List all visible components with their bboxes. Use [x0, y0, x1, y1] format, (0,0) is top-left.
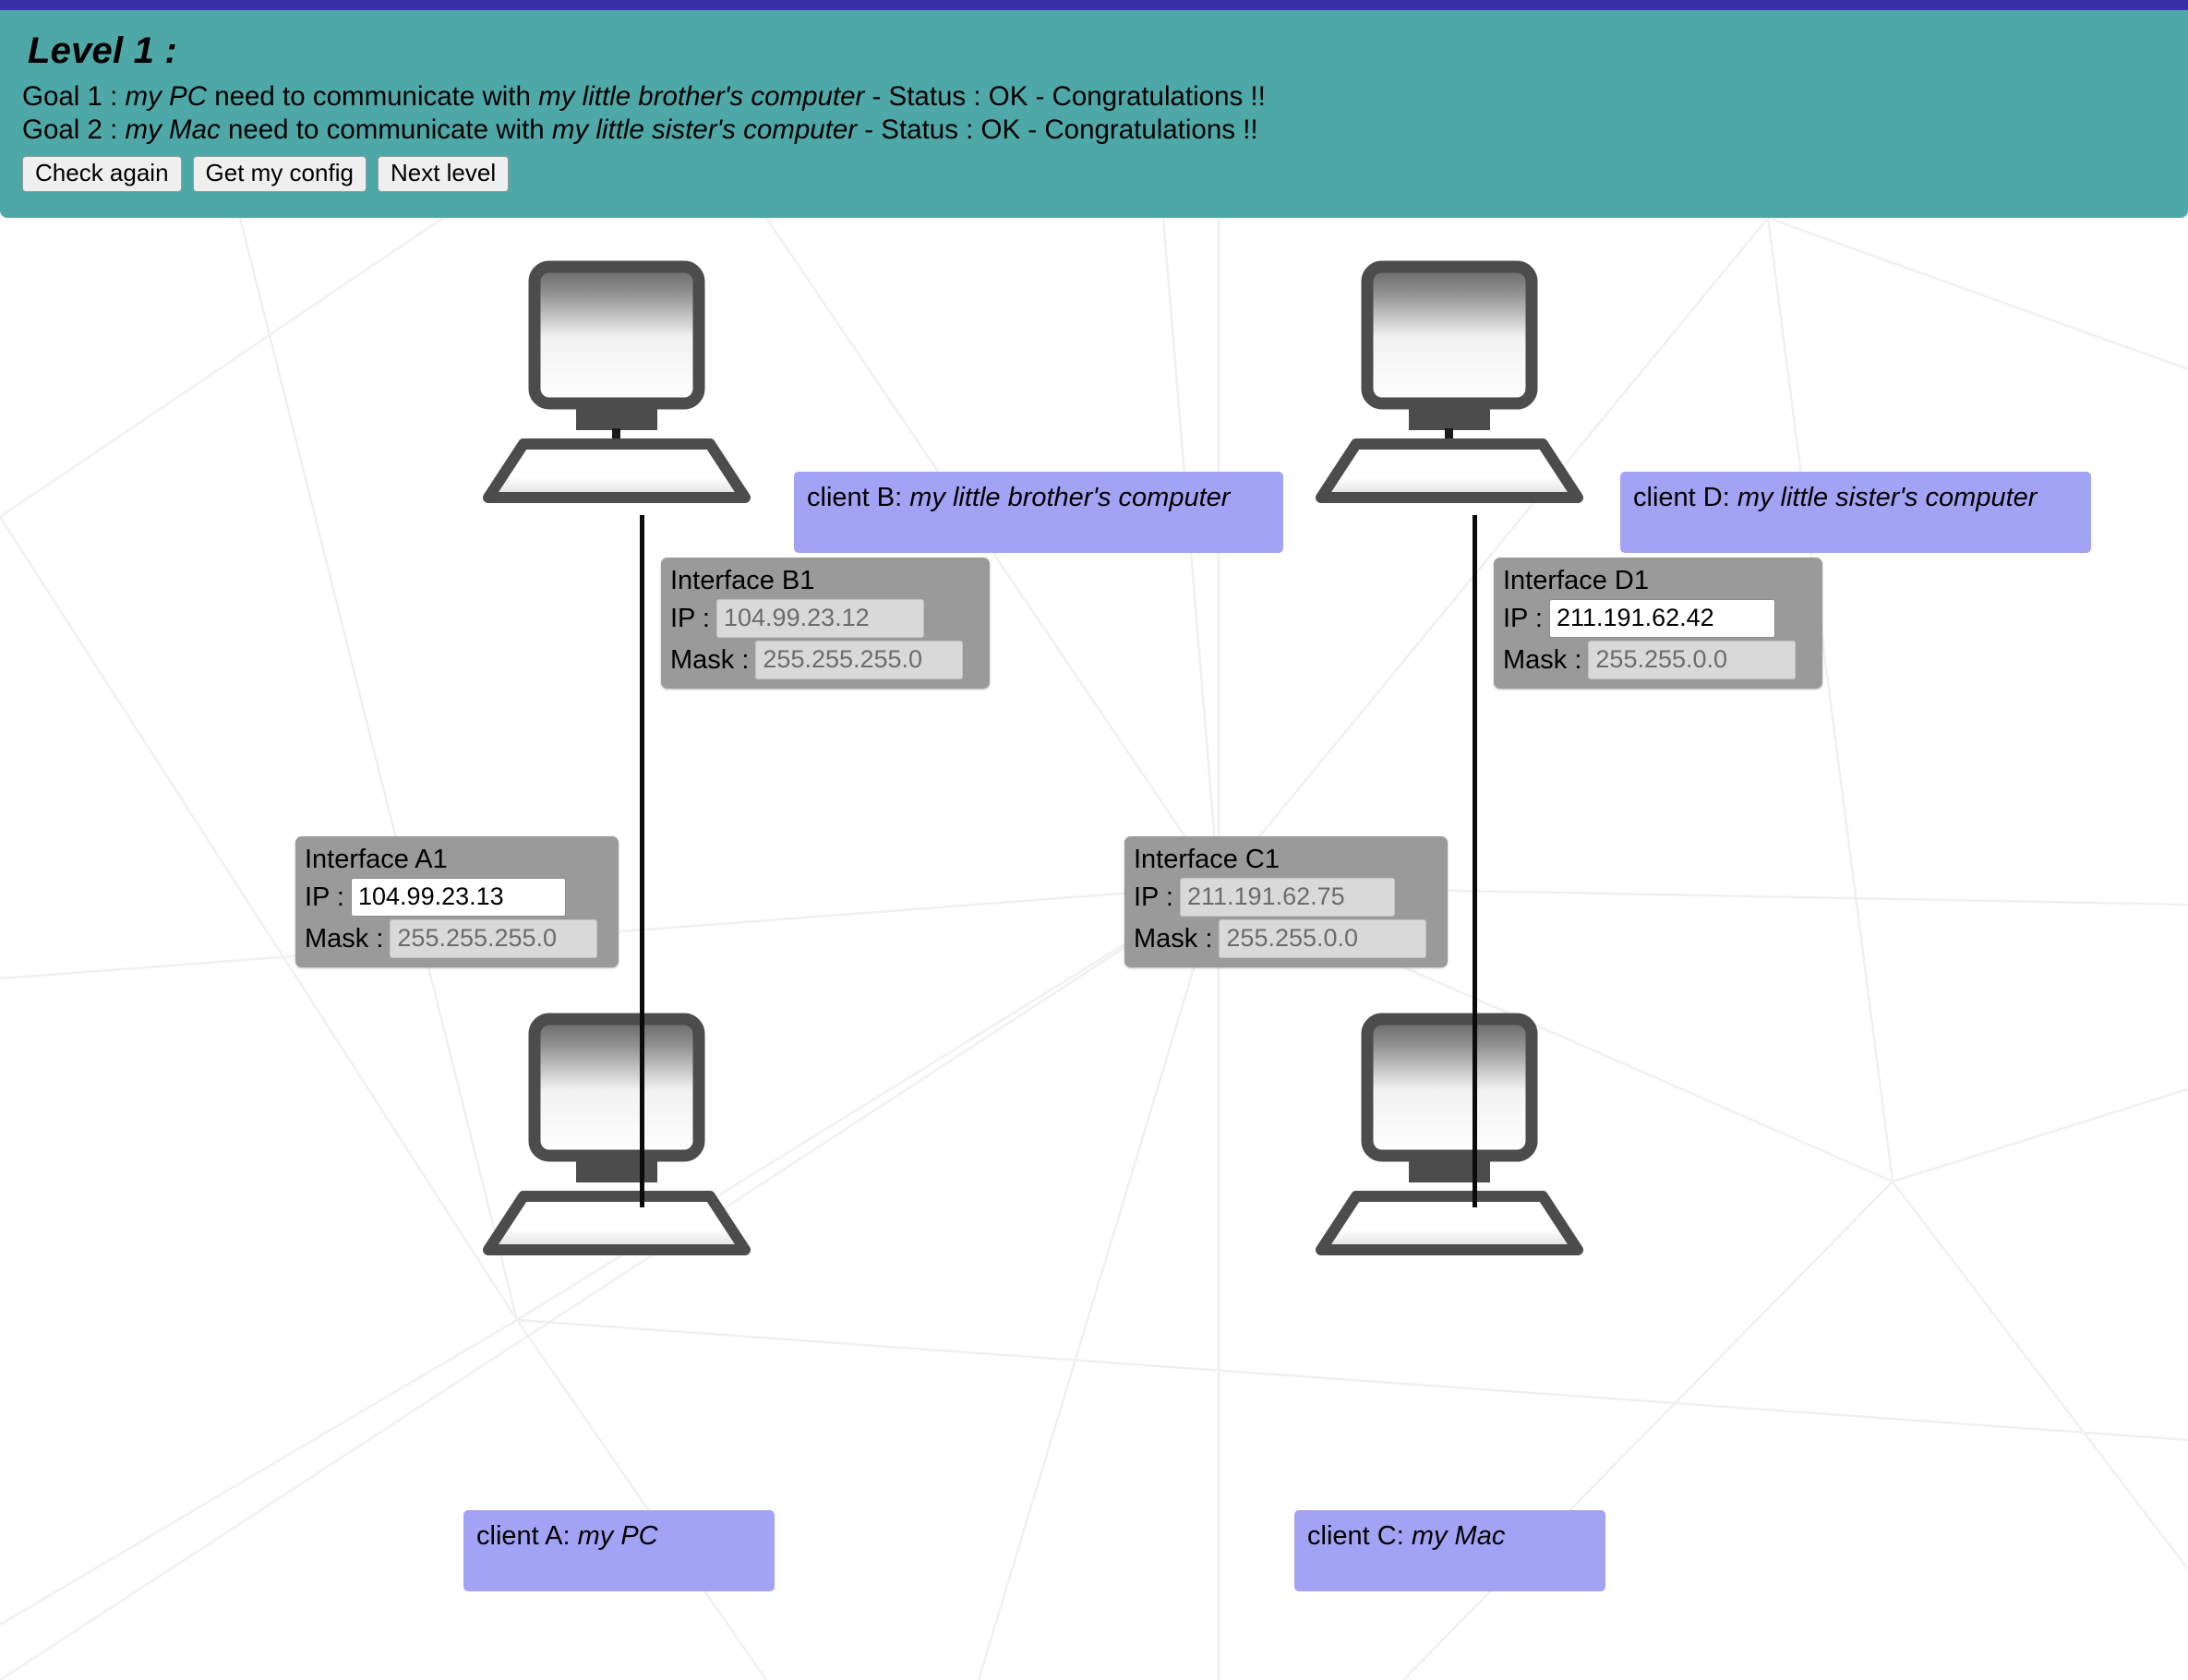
interface-b1-mask-label: Mask :	[670, 644, 750, 675]
goal-line-1: Goal 1 : my PC need to communicate with …	[22, 80, 2188, 114]
client-d-prefix: client D:	[1633, 483, 1730, 512]
interface-c1-title: Interface C1	[1134, 845, 1280, 874]
computer-icon-client-d[interactable]	[1306, 259, 1593, 541]
check-again-button[interactable]: Check again	[22, 155, 182, 193]
desktop-computer-icon	[483, 1013, 751, 1255]
interface-b1-ip-input[interactable]	[716, 599, 924, 639]
desktop-computer-icon	[483, 260, 751, 503]
top-accent-strip	[0, 0, 2188, 10]
header-button-row: Check again Get my config Next level	[22, 155, 2188, 193]
client-d-name: my little sister's computer	[1737, 483, 2038, 512]
client-a-prefix: client A:	[476, 1521, 571, 1551]
interface-a1-ip-row: IP :	[305, 878, 609, 918]
client-label-b: client B: my little brother's computer	[794, 472, 1283, 553]
goal-2-target: my little sister's computer	[551, 114, 858, 145]
interface-c1-mask-row: Mask :	[1134, 919, 1438, 959]
interface-b1-title: Interface B1	[670, 566, 815, 595]
goal-2-status: - Status : OK - Congratulations !!	[857, 114, 1258, 145]
level-header-panel: Level 1 : Goal 1 : my PC need to communi…	[0, 10, 2188, 218]
goal-2-middle: need to communicate with	[220, 114, 552, 145]
client-label-c: client C: my Mac	[1294, 1510, 1605, 1591]
interface-a1-ip-input[interactable]	[351, 878, 566, 918]
interface-a1-ip-label: IP :	[305, 882, 344, 912]
goal-line-2: Goal 2 : my Mac need to communicate with…	[22, 114, 2188, 147]
interface-d1-mask-input[interactable]	[1588, 641, 1797, 680]
goal-2-source: my Mac	[125, 114, 221, 145]
client-label-d: client D: my little sister's computer	[1620, 472, 2091, 553]
client-label-a: client A: my PC	[463, 1510, 775, 1591]
interface-a1-mask-row: Mask :	[305, 919, 609, 959]
interface-box-c1: Interface C1 IP : Mask :	[1124, 836, 1448, 968]
client-b-prefix: client B:	[807, 483, 903, 512]
client-b-name: my little brother's computer	[909, 483, 1231, 512]
interface-b1-mask-input[interactable]	[755, 641, 964, 680]
computer-icon-client-a[interactable]	[474, 1012, 760, 1293]
interface-d1-mask-row: Mask :	[1503, 641, 1813, 680]
computer-icon-client-b[interactable]	[474, 259, 760, 541]
interface-d1-ip-label: IP :	[1503, 603, 1543, 633]
interface-d1-ip-input[interactable]	[1549, 599, 1775, 639]
goal-1-prefix: Goal 1 :	[22, 81, 126, 112]
interface-c1-mask-input[interactable]	[1219, 919, 1427, 959]
client-a-name: my PC	[577, 1521, 658, 1551]
page-title: Level 1 :	[28, 30, 177, 71]
goal-1-middle: need to communicate with	[207, 81, 539, 112]
client-c-name: my Mac	[1411, 1521, 1506, 1551]
interface-d1-ip-row: IP :	[1503, 599, 1813, 639]
interface-b1-ip-label: IP :	[670, 603, 710, 633]
goal-2-prefix: Goal 2 :	[22, 114, 126, 145]
interface-b1-mask-row: Mask :	[670, 641, 980, 680]
desktop-computer-icon	[1316, 260, 1583, 503]
interface-box-b1: Interface B1 IP : Mask :	[661, 558, 990, 690]
interface-box-a1: Interface A1 IP : Mask :	[295, 836, 619, 968]
desktop-computer-icon	[1316, 1013, 1583, 1255]
interface-c1-ip-input[interactable]	[1180, 878, 1395, 918]
goal-1-target: my little brother's computer	[538, 81, 865, 112]
goal-1-status: - Status : OK - Congratulations !!	[864, 81, 1266, 112]
cable-d1-to-c1	[1473, 515, 1477, 1207]
interface-c1-mask-label: Mask :	[1134, 923, 1213, 954]
interface-d1-mask-label: Mask :	[1503, 644, 1582, 675]
interface-c1-ip-row: IP :	[1134, 878, 1438, 918]
interface-a1-mask-label: Mask :	[305, 923, 384, 954]
next-level-button[interactable]: Next level	[377, 155, 510, 193]
network-topology-canvas: client B: my little brother's computer c…	[0, 218, 2188, 1680]
interface-c1-ip-label: IP :	[1134, 882, 1173, 912]
app-root: Level 1 : Goal 1 : my PC need to communi…	[0, 0, 2188, 1680]
client-c-prefix: client C:	[1307, 1521, 1404, 1551]
cable-b1-to-a1	[640, 515, 644, 1207]
interface-b1-ip-row: IP :	[670, 599, 980, 639]
goal-1-source: my PC	[125, 81, 208, 112]
interface-a1-title: Interface A1	[305, 845, 448, 874]
interface-d1-title: Interface D1	[1503, 566, 1649, 595]
get-my-config-button[interactable]: Get my config	[192, 155, 367, 193]
computer-icon-client-c[interactable]	[1306, 1012, 1593, 1293]
interface-a1-mask-input[interactable]	[390, 919, 598, 959]
interface-box-d1: Interface D1 IP : Mask :	[1494, 558, 1822, 690]
